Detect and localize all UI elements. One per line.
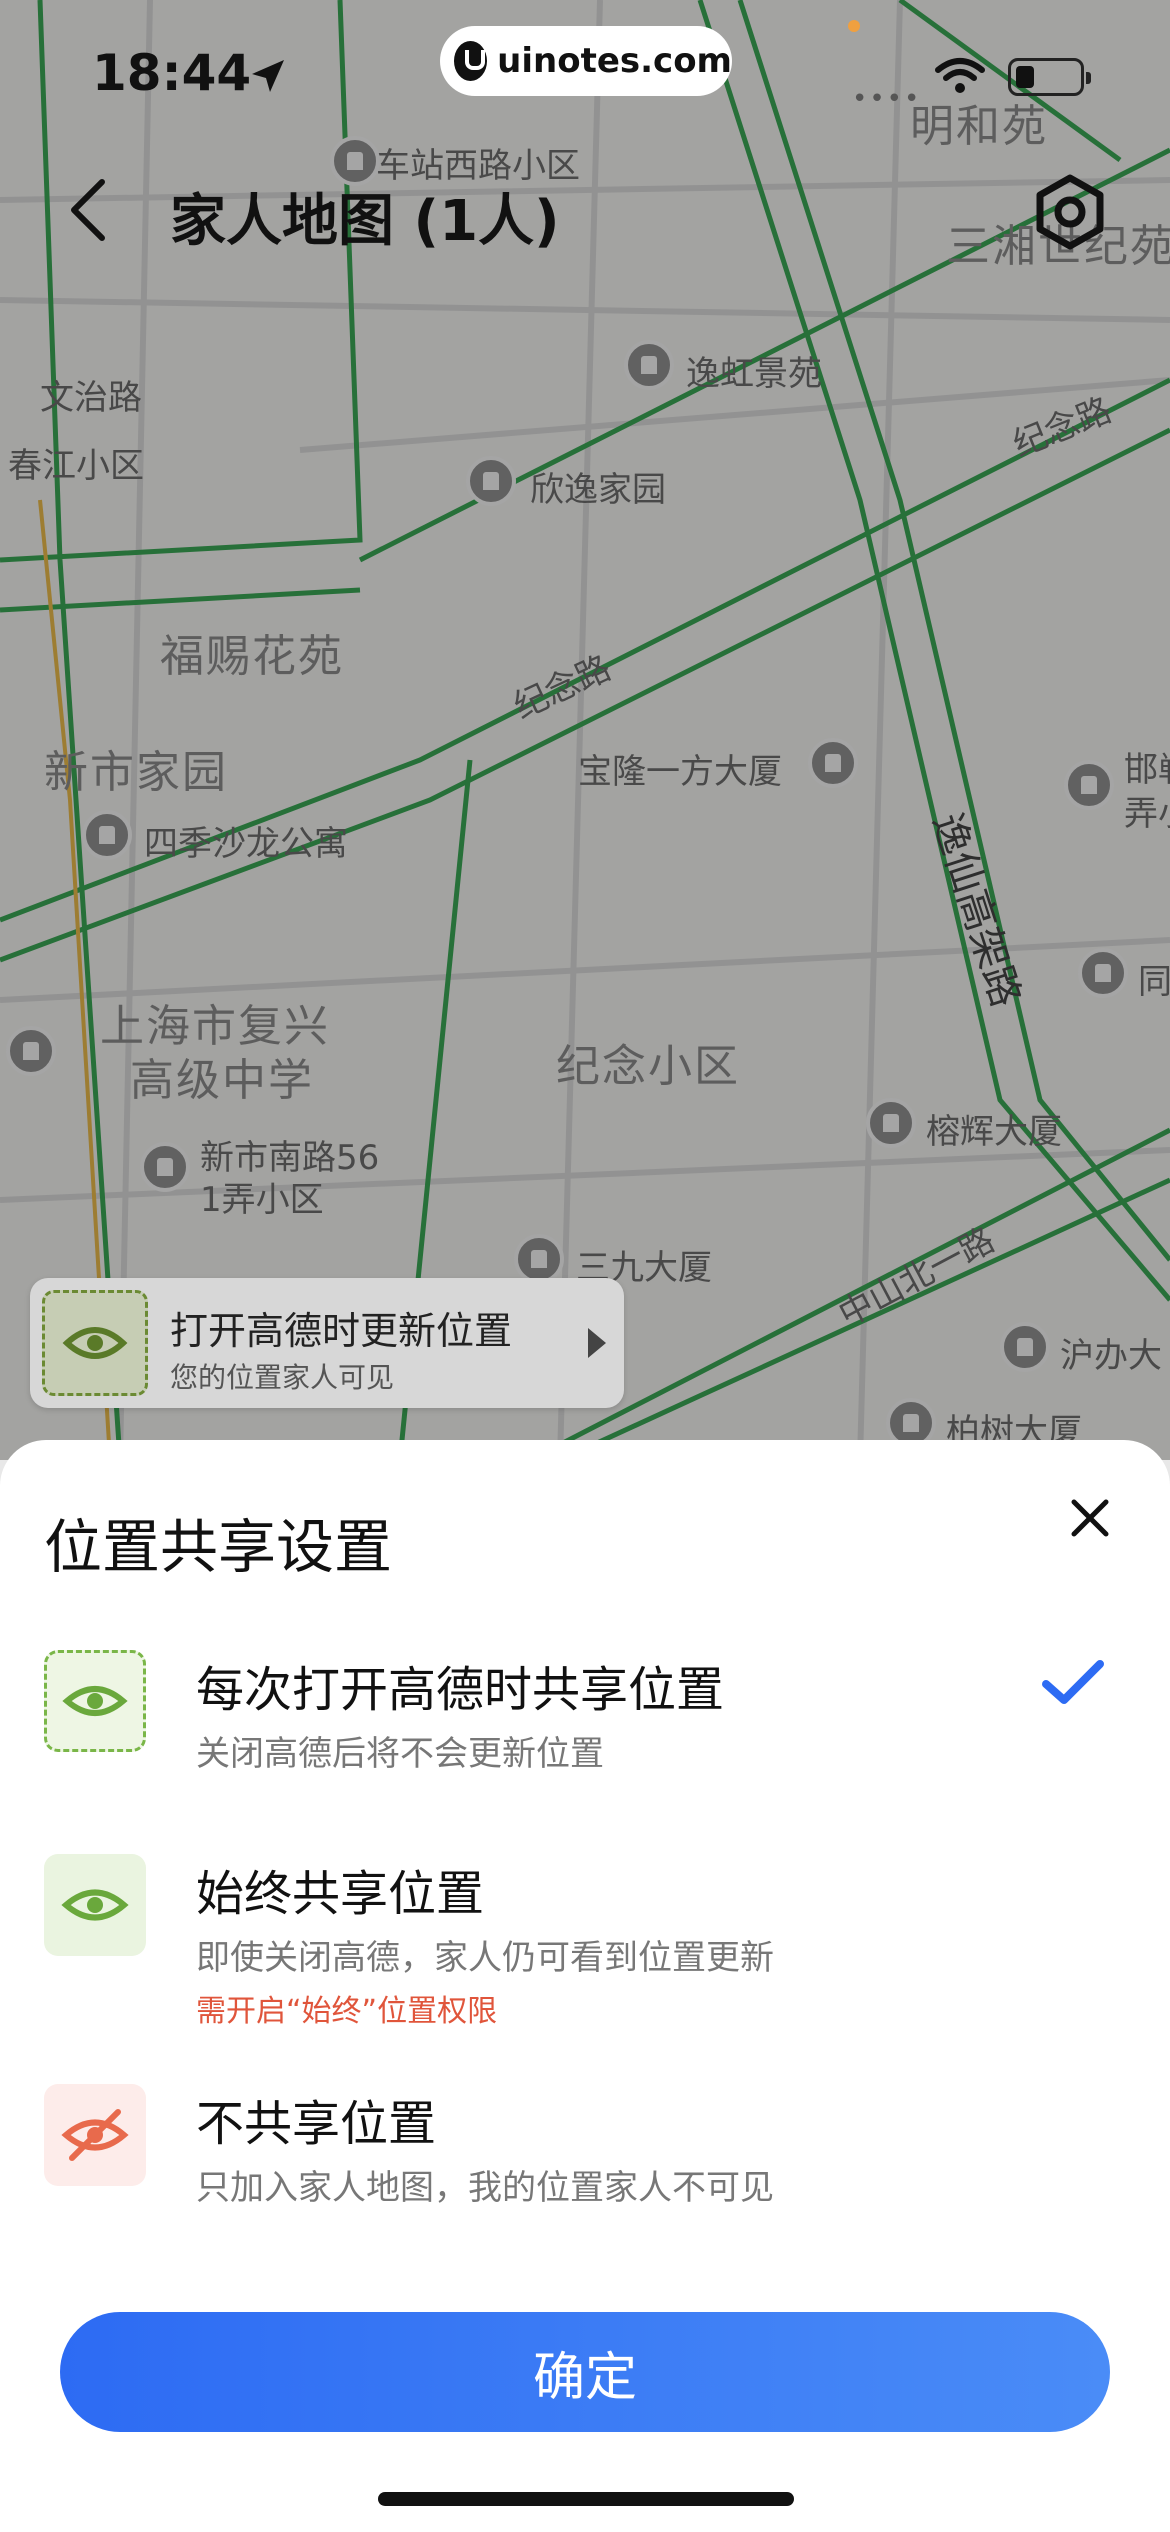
option-share-on-open[interactable]: 每次打开高德时共享位置 关闭高德后将不会更新位置 bbox=[0, 1650, 1170, 1780]
back-button[interactable] bbox=[62, 170, 122, 250]
watermark-text: uinotes.com bbox=[497, 41, 732, 81]
chip-title: 打开高德时更新位置 bbox=[170, 1309, 513, 1353]
page-title: 家人地图 (1人) bbox=[170, 189, 560, 254]
chevron-right-icon bbox=[588, 1328, 606, 1358]
home-indicator[interactable] bbox=[378, 2492, 794, 2506]
clock: 18:44 bbox=[92, 44, 252, 102]
location-update-chip[interactable]: 打开高德时更新位置 您的位置家人可见 bbox=[30, 1278, 624, 1408]
eye-off-icon bbox=[44, 2084, 146, 2186]
option-description: 关闭高德后将不会更新位置 bbox=[196, 1734, 604, 1774]
confirm-button[interactable]: 确定 bbox=[60, 2312, 1110, 2432]
option-always-share[interactable]: 始终共享位置 即使关闭高德，家人仍可看到位置更新 需开启“始终”位置权限 bbox=[0, 1854, 1170, 2029]
settings-gear-icon[interactable] bbox=[1030, 172, 1110, 252]
privacy-indicator-icon bbox=[848, 20, 860, 32]
option-title: 每次打开高德时共享位置 bbox=[196, 1662, 725, 1718]
checkmark-icon bbox=[1042, 1660, 1104, 1704]
eye-icon bbox=[42, 1290, 148, 1396]
watermark-logo-icon bbox=[454, 41, 488, 81]
option-no-share[interactable]: 不共享位置 只加入家人地图，我的位置家人不可见 bbox=[0, 2084, 1170, 2214]
cellular-signal-icon: •••• bbox=[852, 84, 922, 114]
permission-warning[interactable]: 需开启“始终”位置权限 bbox=[196, 1986, 497, 2030]
eye-icon bbox=[44, 1650, 146, 1752]
chip-subtitle: 您的位置家人可见 bbox=[170, 1361, 395, 1394]
status-bar: 18:44 uinotes.com •••• bbox=[0, 0, 1170, 140]
battery-icon bbox=[1008, 58, 1091, 96]
sheet-title: 位置共享设置 bbox=[44, 1513, 393, 1581]
close-icon[interactable] bbox=[1060, 1488, 1120, 1548]
option-title: 不共享位置 bbox=[196, 2096, 437, 2152]
option-description: 只加入家人地图，我的位置家人不可见 bbox=[196, 2168, 774, 2208]
location-arrow-icon bbox=[252, 60, 284, 92]
eye-icon bbox=[44, 1854, 146, 1956]
option-description: 即使关闭高德，家人仍可看到位置更新 bbox=[196, 1938, 774, 1978]
option-title: 始终共享位置 bbox=[196, 1866, 485, 1922]
wifi-icon bbox=[935, 58, 985, 93]
location-sharing-sheet: 位置共享设置 每次打开高德时共享位置 关闭高德后将不会更新位置 始终共享位置 即… bbox=[0, 1440, 1170, 2532]
watermark: uinotes.com bbox=[440, 26, 732, 96]
